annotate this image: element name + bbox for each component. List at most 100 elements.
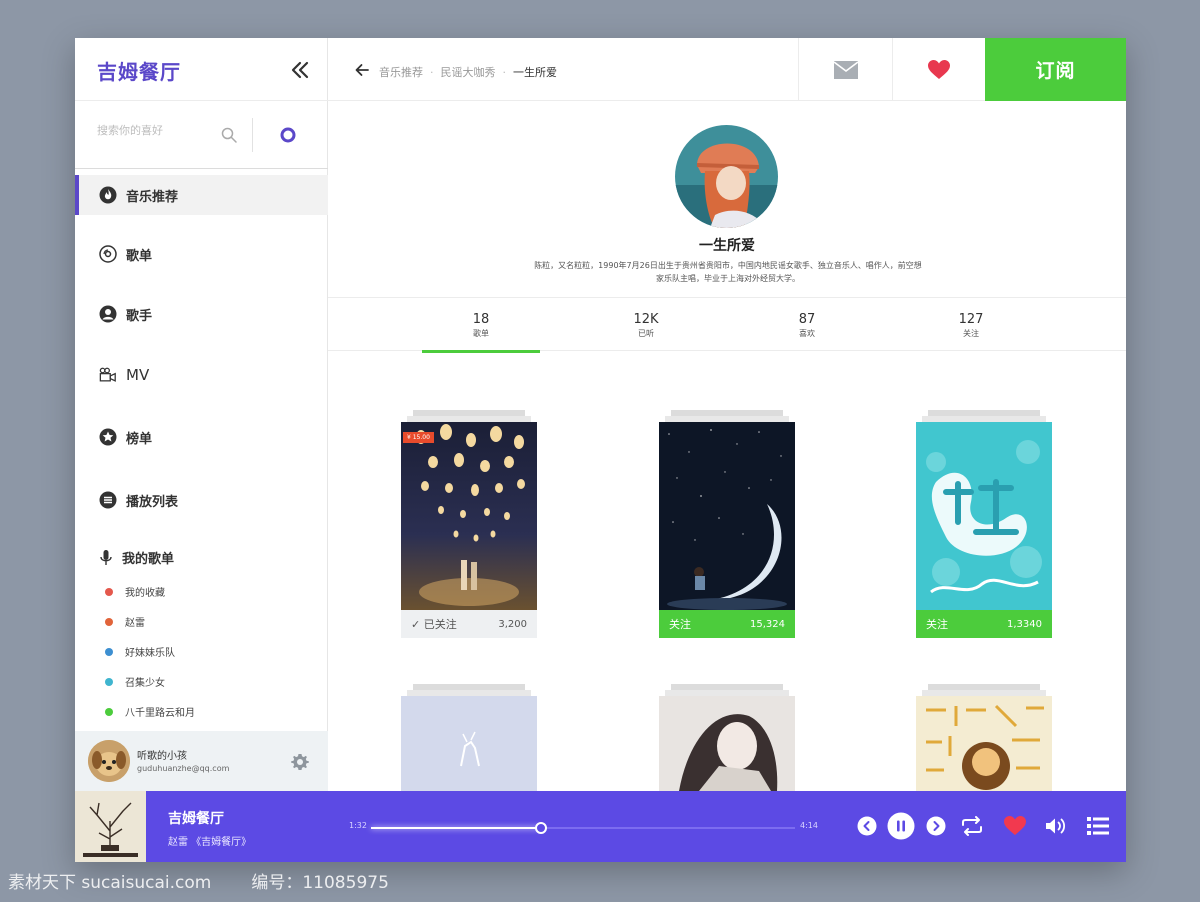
subscribe-button[interactable]: 订阅 [985, 38, 1126, 101]
watermark: 素材天下 sucaisucai.com 编号：11085975 [8, 868, 429, 893]
artist-bio-line: 家乐队主唱，毕业于上海对外经贸大学。 [656, 274, 800, 283]
album-cover[interactable] [659, 696, 795, 791]
tab-playlists[interactable]: 18 歌单 [422, 298, 540, 353]
pause-button[interactable] [887, 812, 915, 840]
album-card[interactable]: 关注 15,324 [659, 410, 795, 640]
collapse-sidebar-icon[interactable] [288, 58, 312, 82]
star-icon [99, 428, 117, 446]
stat-value: 12K [633, 312, 659, 327]
nav-item-singers[interactable]: 歌手 [75, 294, 328, 334]
follow-button[interactable]: 关注 15,324 [659, 610, 795, 638]
user-name: 听歌的小孩 [137, 751, 187, 762]
tab-following[interactable]: 127 关注 [912, 298, 1030, 352]
user-bar: 听歌的小孩 guduhuanzhe@qq.com [75, 731, 328, 791]
follow-label: 关注 [926, 618, 948, 631]
playlist-label: 召集少女 [125, 678, 165, 689]
playlist-item[interactable]: 赵雷 [105, 614, 145, 629]
my-playlists-title: 我的歌单 [122, 552, 175, 567]
user-email: guduhuanzhe@qq.com [137, 764, 230, 773]
followed-button[interactable]: ✓ 已关注 3,200 [401, 610, 537, 638]
follow-label: 关注 [669, 618, 691, 631]
flame-icon [99, 186, 117, 204]
album-cover[interactable] [916, 696, 1052, 791]
sidebar: 吉姆餐厅 音乐推荐 歌单 [75, 38, 328, 791]
playlist-label: 赵雷 [125, 618, 145, 629]
album-card[interactable] [401, 684, 537, 791]
mail-icon [833, 60, 858, 79]
playlist-queue-button[interactable] [1086, 815, 1110, 837]
playlist-dot [105, 677, 113, 686]
playlist-dot [105, 617, 113, 626]
music-app-window: 吉姆餐厅 音乐推荐 歌单 [75, 38, 1126, 862]
nav-item-playlists[interactable]: 歌单 [75, 234, 328, 274]
breadcrumb-separator: · [502, 65, 507, 79]
playlist-item[interactable]: 召集少女 [105, 674, 165, 689]
tab-liked[interactable]: 87 喜欢 [748, 298, 866, 352]
logo-bar: 吉姆餐厅 [75, 38, 328, 101]
target-icon[interactable] [280, 127, 296, 143]
check-icon: ✓ [411, 618, 424, 631]
progress-fill [371, 827, 541, 829]
favorite-button[interactable] [892, 38, 985, 101]
like-button[interactable] [1002, 815, 1028, 837]
album-card[interactable]: 关注 1,3340 [916, 410, 1052, 640]
album-cover[interactable]: ¥ 15.00 [401, 422, 537, 610]
nav-label: 榜单 [126, 431, 153, 447]
user-avatar[interactable] [88, 740, 130, 782]
disc-icon [99, 245, 117, 263]
nav-label: 歌单 [126, 248, 153, 264]
playlist-item[interactable]: 我的收藏 [105, 584, 165, 599]
watermark-id: 编号：11085975 [251, 873, 389, 893]
playlist-label: 八千里路云和月 [125, 708, 195, 719]
search-icon[interactable] [220, 126, 238, 144]
chevron-left-icon [857, 816, 877, 836]
now-playing-title: 吉姆餐厅 [168, 811, 224, 827]
progress-bar[interactable] [371, 822, 795, 834]
playlist-item[interactable]: 好妹妹乐队 [105, 644, 175, 659]
nav-label: 播放列表 [126, 494, 179, 510]
repeat-icon [962, 816, 982, 836]
album-card[interactable] [659, 684, 795, 791]
stat-value: 18 [472, 312, 490, 327]
repeat-button[interactable] [959, 815, 985, 837]
back-arrow-icon[interactable] [354, 62, 370, 78]
nav-item-charts[interactable]: 榜单 [75, 417, 328, 457]
stat-caption: 已听 [638, 329, 654, 338]
progress-handle[interactable] [534, 822, 547, 834]
search-input[interactable] [97, 124, 207, 137]
search-bar [75, 102, 328, 169]
stats-tabs: 18 歌单 12K 已听 87 喜欢 127 关注 [328, 297, 1126, 353]
breadcrumb: 音乐推荐 · 民谣大咖秀 · 一生所爱 [379, 64, 557, 80]
stat-caption: 歌单 [473, 329, 489, 338]
nav-item-mv[interactable]: MV [75, 355, 328, 395]
artist-bio-line: 陈粒，又名粒粒，1990年7月26日出生于贵州省贵阳市，中国内地民谣女歌手、独立… [534, 261, 922, 270]
playlist-item[interactable]: 八千里路云和月 [105, 704, 195, 719]
list-icon [99, 491, 117, 509]
price-tag: ¥ 15.00 [403, 432, 434, 443]
my-playlists-header[interactable]: 我的歌单 [99, 548, 174, 567]
search-divider [252, 118, 253, 152]
now-playing-cover[interactable] [75, 791, 146, 862]
next-button[interactable] [926, 816, 946, 836]
chevron-right-icon [926, 816, 946, 836]
album-card[interactable] [916, 684, 1052, 791]
previous-button[interactable] [857, 816, 877, 836]
settings-gear-icon[interactable] [290, 752, 310, 772]
message-button[interactable] [798, 38, 892, 101]
playlist-dot [105, 647, 113, 656]
album-card[interactable]: ¥ 15.00 ✓ 已关注 3,200 [401, 410, 537, 640]
nav-item-music-recommend[interactable]: 音乐推荐 [75, 175, 328, 215]
album-cover[interactable] [916, 422, 1052, 610]
breadcrumb-item[interactable]: 音乐推荐 [379, 64, 423, 80]
playlist-label: 好妹妹乐队 [125, 648, 175, 659]
artist-bio: 陈粒，又名粒粒，1990年7月26日出生于贵州省贵阳市，中国内地民谣女歌手、独立… [518, 259, 938, 285]
tab-listened[interactable]: 12K 已听 [587, 298, 705, 352]
album-cover[interactable] [659, 422, 795, 610]
album-cover[interactable] [401, 696, 537, 791]
nav-item-play-queue[interactable]: 播放列表 [75, 480, 328, 520]
breadcrumb-item[interactable]: 民谣大咖秀 [441, 64, 496, 80]
app-logo[interactable]: 吉姆餐厅 [97, 56, 181, 85]
follow-button[interactable]: 关注 1,3340 [916, 610, 1052, 638]
volume-button[interactable] [1043, 815, 1069, 837]
artist-avatar[interactable] [675, 125, 778, 228]
